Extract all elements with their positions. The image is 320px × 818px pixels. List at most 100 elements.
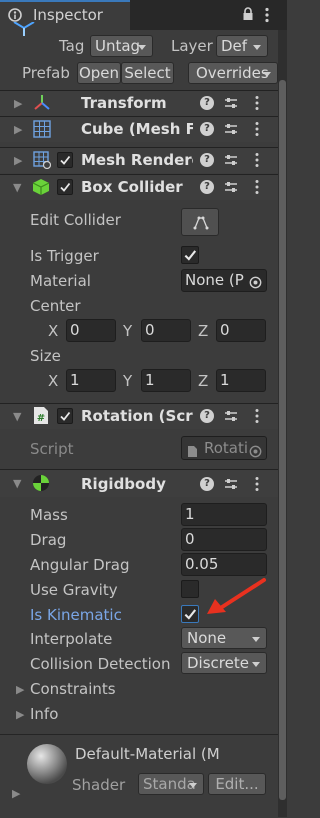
- info-foldout-icon[interactable]: ▶: [16, 708, 24, 721]
- layer-dropdown[interactable]: Def: [216, 35, 268, 57]
- center-y-input[interactable]: 0: [141, 319, 191, 342]
- center-z-value: 0: [220, 321, 230, 339]
- component-title: Rigidbody: [81, 475, 166, 493]
- overrides-dropdown[interactable]: Overrides: [188, 62, 278, 84]
- mass-value: 1: [185, 505, 195, 523]
- constraints-foldout[interactable]: Constraints: [30, 680, 116, 698]
- shader-edit-label: Edit...: [215, 775, 259, 793]
- script-value: Rotati: [204, 439, 249, 457]
- presets-icon[interactable]: [224, 96, 238, 114]
- component-title: Box Collider: [81, 178, 183, 196]
- select-button[interactable]: Select: [121, 62, 174, 84]
- presets-icon[interactable]: [224, 180, 238, 198]
- enabled-checkbox[interactable]: [57, 408, 73, 424]
- center-x-input[interactable]: 0: [66, 319, 116, 342]
- shader-dropdown[interactable]: Standa: [138, 773, 204, 795]
- foldout-arrow-icon[interactable]: ▼: [13, 477, 21, 490]
- shader-value: Standa: [143, 775, 196, 793]
- box-collider-icon: [32, 178, 50, 200]
- drag-input[interactable]: 0: [181, 528, 267, 551]
- edit-collider-button[interactable]: [181, 208, 219, 236]
- component-menu-icon[interactable]: [254, 179, 260, 199]
- tag-dropdown[interactable]: Untag: [90, 35, 153, 57]
- material-field[interactable]: None (P: [181, 269, 267, 292]
- use-gravity-label: Use Gravity: [30, 581, 118, 599]
- foldout-arrow-icon[interactable]: ▶: [14, 97, 22, 110]
- overrides-label: Overrides: [196, 64, 269, 82]
- size-z-value: 1: [220, 371, 230, 389]
- size-x-input[interactable]: 1: [66, 369, 116, 392]
- size-z-input[interactable]: 1: [216, 369, 266, 392]
- presets-icon[interactable]: [224, 477, 238, 495]
- material-value: None (P: [185, 271, 244, 289]
- lock-icon[interactable]: [242, 7, 254, 25]
- script-field: Rotati: [181, 436, 267, 460]
- component-menu-icon[interactable]: [254, 152, 260, 172]
- component-menu-icon[interactable]: [254, 121, 260, 141]
- foldout-arrow-icon[interactable]: ▶: [14, 154, 22, 167]
- interpolate-value: None: [187, 629, 227, 647]
- is-kinematic-checkbox[interactable]: [181, 605, 199, 623]
- gameobject-icon: [12, 21, 36, 42]
- size-y-label: Y: [123, 372, 133, 390]
- object-picker-icon: [249, 442, 262, 459]
- is-trigger-label: Is Trigger: [30, 247, 99, 265]
- info-foldout[interactable]: Info: [30, 705, 58, 723]
- kebab-menu-icon[interactable]: [264, 7, 270, 27]
- size-z-label: Z: [198, 372, 209, 390]
- center-z-label: Z: [198, 322, 209, 340]
- open-button[interactable]: Open: [77, 62, 121, 84]
- angular-drag-label: Angular Drag: [30, 556, 130, 574]
- presets-icon[interactable]: [224, 153, 238, 171]
- tab-title: Inspector: [33, 6, 103, 24]
- layer-value: Def: [221, 37, 248, 55]
- material-name: Default-Material (M: [75, 745, 220, 763]
- foldout-arrow-icon[interactable]: ▶: [14, 123, 22, 136]
- presets-icon[interactable]: [224, 409, 238, 427]
- material-preview: [26, 743, 68, 789]
- script-label: Script: [30, 440, 74, 458]
- shader-edit-button[interactable]: Edit...: [208, 773, 266, 795]
- presets-icon[interactable]: [224, 122, 238, 140]
- center-x-label: X: [48, 322, 59, 340]
- help-icon[interactable]: ?: [200, 477, 214, 491]
- use-gravity-checkbox[interactable]: [181, 580, 199, 598]
- foldout-arrow-icon[interactable]: ▼: [13, 410, 21, 423]
- component-menu-icon[interactable]: [254, 408, 260, 428]
- size-y-input[interactable]: 1: [141, 369, 191, 392]
- material-foldout-icon[interactable]: ▶: [12, 787, 20, 800]
- material-label: Material: [30, 272, 91, 290]
- scrollbar-thumb[interactable]: [279, 80, 286, 800]
- interpolate-dropdown[interactable]: None: [181, 627, 267, 649]
- annotation-arrow-icon: [201, 576, 269, 620]
- interpolate-label: Interpolate: [30, 630, 113, 648]
- open-label: Open: [78, 64, 120, 82]
- drag-label: Drag: [30, 531, 67, 549]
- help-icon[interactable]: ?: [200, 409, 214, 423]
- script-file-icon: [187, 442, 198, 459]
- constraints-foldout-icon[interactable]: ▶: [16, 683, 24, 696]
- help-icon[interactable]: ?: [200, 153, 214, 167]
- center-y-value: 0: [145, 321, 155, 339]
- is-trigger-checkbox[interactable]: [181, 246, 199, 264]
- enabled-checkbox[interactable]: [57, 152, 73, 168]
- help-icon[interactable]: ?: [200, 96, 214, 110]
- center-z-input[interactable]: 0: [216, 319, 266, 342]
- component-title: Mesh Rendere: [81, 151, 193, 169]
- drag-value: 0: [185, 530, 195, 548]
- enabled-checkbox[interactable]: [57, 179, 73, 195]
- foldout-arrow-icon[interactable]: ▼: [13, 181, 21, 194]
- prefab-label: Prefab: [22, 64, 70, 82]
- object-picker-icon[interactable]: [249, 274, 262, 291]
- tag-value: Untag: [95, 37, 141, 55]
- help-icon[interactable]: ?: [200, 180, 214, 194]
- rigidbody-icon: [32, 474, 50, 496]
- component-menu-icon[interactable]: [254, 476, 260, 496]
- collision-detection-label: Collision Detection: [30, 655, 171, 673]
- mass-input[interactable]: 1: [181, 503, 267, 526]
- component-menu-icon[interactable]: [254, 95, 260, 115]
- angular-drag-input[interactable]: 0.05: [181, 553, 267, 576]
- collision-detection-dropdown[interactable]: Discrete: [181, 652, 267, 674]
- size-x-value: 1: [70, 371, 80, 389]
- help-icon[interactable]: ?: [200, 122, 214, 136]
